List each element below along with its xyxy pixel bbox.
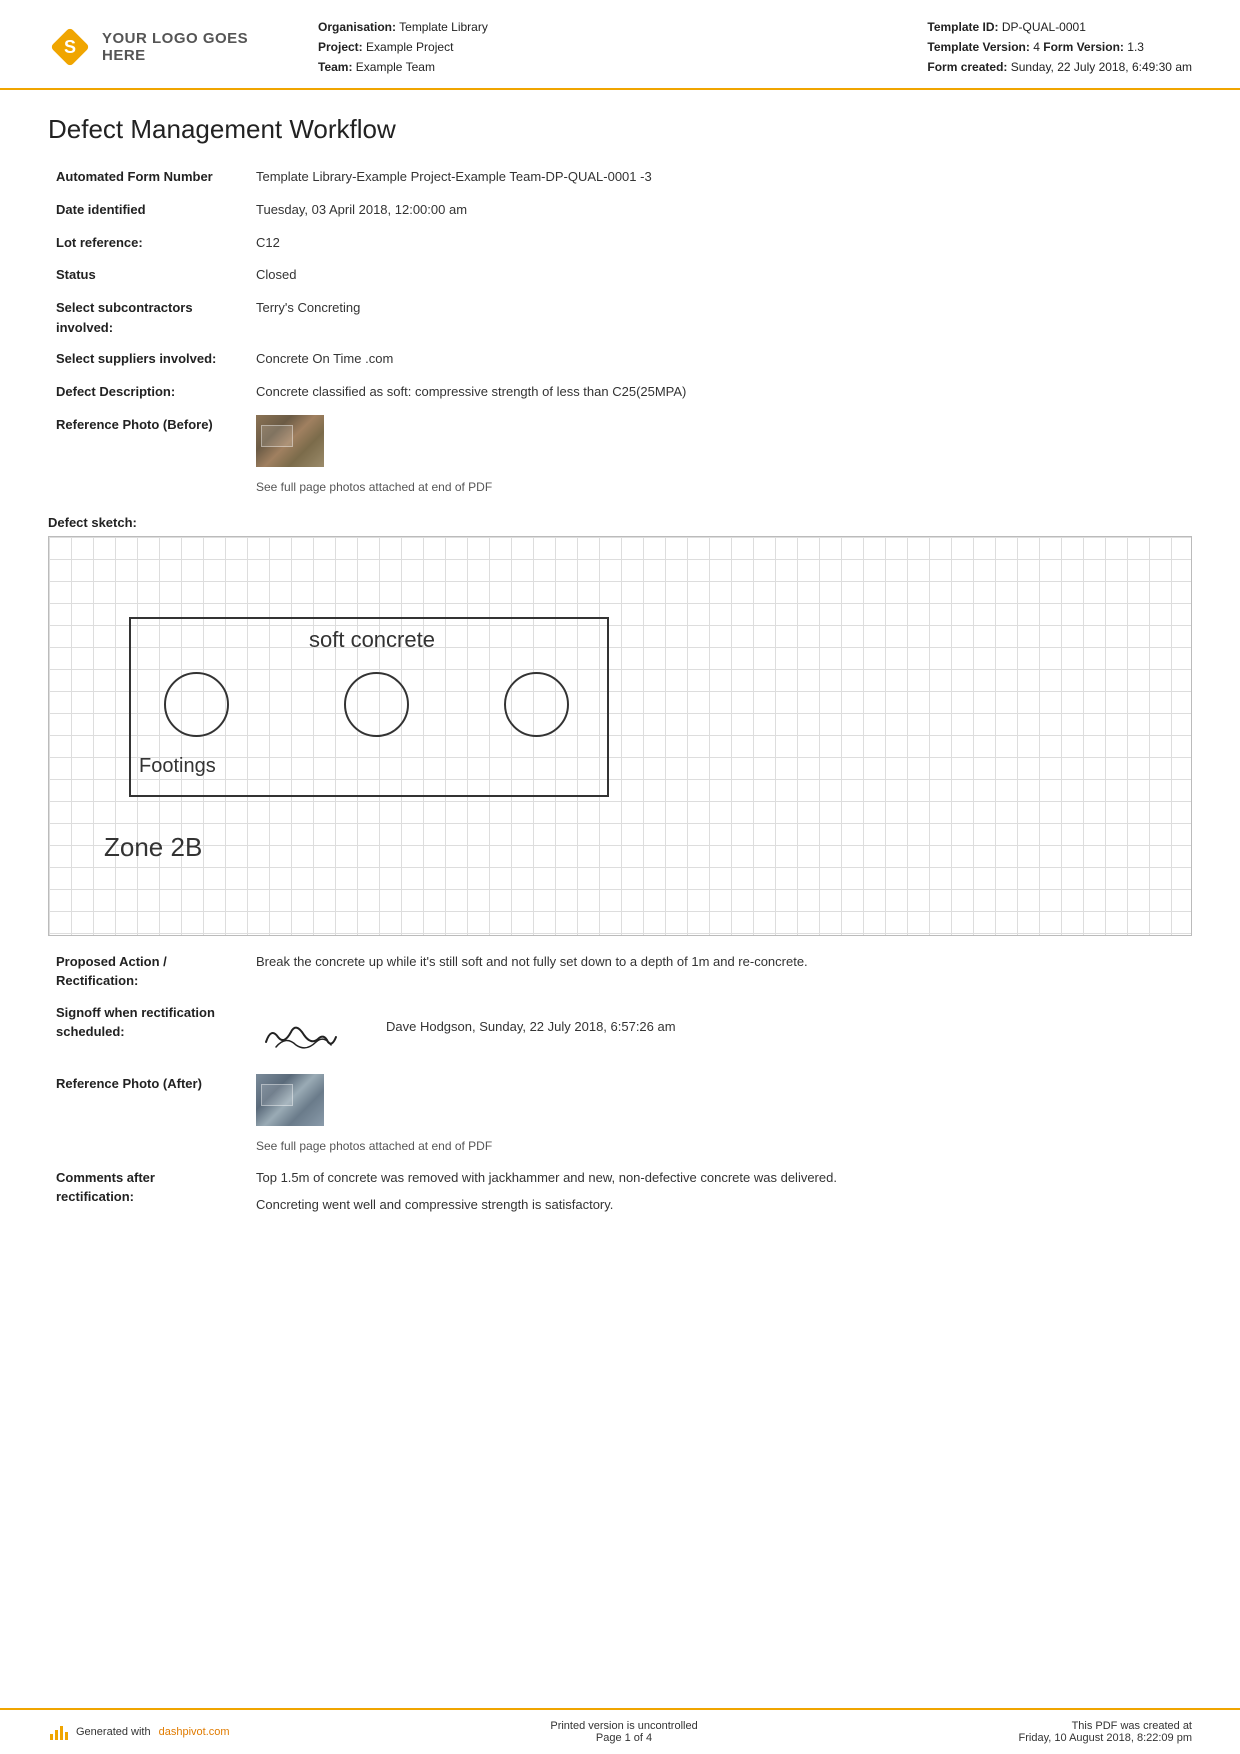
doc-title: Defect Management Workflow [48, 114, 1192, 145]
org-line: Organisation: Template Library [318, 18, 488, 36]
sketch-label: Defect sketch: [48, 515, 1192, 530]
header: S YOUR LOGO GOES HERE Organisation: Temp… [0, 0, 1240, 90]
form-created-line: Form created: Sunday, 22 July 2018, 6:49… [927, 58, 1192, 76]
form-row-ref-photo-after: Reference Photo (After) See full page ph… [48, 1068, 1192, 1162]
form-row-signoff: Signoff when rectification scheduled: Da… [48, 997, 1192, 1068]
photo-thumbnail-before [256, 415, 324, 467]
sketch-inner: soft concrete Footings Zone 2B [49, 537, 1191, 935]
page: S YOUR LOGO GOES HERE Organisation: Temp… [0, 0, 1240, 1754]
value-lot: C12 [248, 227, 1192, 260]
label-ref-photo-before: Reference Photo (Before) [48, 409, 248, 503]
form-row-ref-photo-before: Reference Photo (Before) See full page p… [48, 409, 1192, 503]
form-row-status: Status Closed [48, 259, 1192, 292]
value-proposed: Break the concrete up while it's still s… [248, 946, 1192, 997]
logo-area: S YOUR LOGO GOES HERE [48, 25, 288, 69]
form-table: Automated Form Number Template Library-E… [48, 161, 1192, 503]
label-lot: Lot reference: [48, 227, 248, 260]
logo-icon: S [48, 25, 92, 69]
label-defect: Defect Description: [48, 376, 248, 409]
comments-line-1: Top 1.5m of concrete was removed with ja… [256, 1168, 1184, 1189]
footer-right: This PDF was created at Friday, 10 Augus… [1019, 1720, 1192, 1744]
value-comments: Top 1.5m of concrete was removed with ja… [248, 1162, 1192, 1222]
form-row-defect: Defect Description: Concrete classified … [48, 376, 1192, 409]
team-line: Team: Example Team [318, 58, 488, 76]
form-row-date: Date identified Tuesday, 03 April 2018, … [48, 194, 1192, 227]
footer-uncontrolled: Printed version is uncontrolled [550, 1720, 697, 1732]
signature-area: Dave Hodgson, Sunday, 22 July 2018, 6:57… [256, 1007, 1184, 1062]
value-status: Closed [248, 259, 1192, 292]
footer-center: Printed version is uncontrolled Page 1 o… [550, 1720, 697, 1744]
label-automated: Automated Form Number [48, 161, 248, 194]
footer-pdf-created-label: This PDF was created at [1019, 1720, 1192, 1732]
value-ref-photo-after: See full page photos attached at end of … [248, 1068, 1192, 1162]
sketch-circle-2 [344, 672, 409, 737]
sketch-text-zone: Zone 2B [104, 832, 202, 863]
label-ref-photo-after: Reference Photo (After) [48, 1068, 248, 1162]
form-row-automated: Automated Form Number Template Library-E… [48, 161, 1192, 194]
form-row-subcontractor: Select subcontractors involved: Terry's … [48, 292, 1192, 343]
photo-note-after: See full page photos attached at end of … [256, 1137, 1184, 1156]
value-suppliers: Concrete On Time .com [248, 343, 1192, 376]
value-date: Tuesday, 03 April 2018, 12:00:00 am [248, 194, 1192, 227]
label-status: Status [48, 259, 248, 292]
dashpivot-logo-icon [48, 1722, 68, 1742]
header-meta-left: Organisation: Template Library Project: … [318, 18, 488, 76]
label-proposed: Proposed Action / Rectification: [48, 946, 248, 997]
project-line: Project: Example Project [318, 38, 488, 56]
dashpivot-link[interactable]: dashpivot.com [159, 1726, 230, 1738]
footer-page: Page 1 of 4 [550, 1732, 697, 1744]
photo-image-after [256, 1074, 324, 1126]
header-meta-right: Template ID: DP-QUAL-0001 Template Versi… [927, 18, 1192, 76]
template-version-line: Template Version: 4 Form Version: 1.3 [927, 38, 1192, 56]
sketch-circle-3 [504, 672, 569, 737]
form-table-2: Proposed Action / Rectification: Break t… [48, 946, 1192, 1222]
comments-line-2: Concreting went well and compressive str… [256, 1195, 1184, 1216]
label-subcontractor: Select subcontractors involved: [48, 292, 248, 343]
signature-svg [256, 1007, 356, 1062]
value-automated: Template Library-Example Project-Example… [248, 161, 1192, 194]
photo-thumbnail-after [256, 1074, 324, 1126]
signoff-text: Dave Hodgson, Sunday, 22 July 2018, 6:57… [386, 1007, 676, 1038]
value-ref-photo-before: See full page photos attached at end of … [248, 409, 1192, 503]
label-suppliers: Select suppliers involved: [48, 343, 248, 376]
form-row-comments: Comments after rectification: Top 1.5m o… [48, 1162, 1192, 1222]
value-subcontractor: Terry's Concreting [248, 292, 1192, 343]
sketch-text-footings: Footings [139, 755, 216, 778]
value-defect: Concrete classified as soft: compressive… [248, 376, 1192, 409]
value-signoff: Dave Hodgson, Sunday, 22 July 2018, 6:57… [248, 997, 1192, 1068]
form-row-suppliers: Select suppliers involved: Concrete On T… [48, 343, 1192, 376]
template-id-line: Template ID: DP-QUAL-0001 [927, 18, 1192, 36]
label-comments: Comments after rectification: [48, 1162, 248, 1222]
photo-note-before: See full page photos attached at end of … [256, 478, 1184, 497]
form-row-proposed: Proposed Action / Rectification: Break t… [48, 946, 1192, 997]
sketch-text-soft: soft concrete [309, 627, 435, 653]
form-row-lot: Lot reference: C12 [48, 227, 1192, 260]
footer-generated-text: Generated with [76, 1726, 151, 1738]
label-date: Date identified [48, 194, 248, 227]
footer: Generated with dashpivot.com Printed ver… [0, 1708, 1240, 1754]
footer-left: Generated with dashpivot.com [48, 1722, 230, 1742]
header-meta: Organisation: Template Library Project: … [288, 18, 1192, 76]
signature-image [256, 1007, 356, 1062]
label-signoff: Signoff when rectification scheduled: [48, 997, 248, 1068]
logo-text: YOUR LOGO GOES HERE [102, 30, 288, 64]
footer-pdf-created-date: Friday, 10 August 2018, 8:22:09 pm [1019, 1732, 1192, 1744]
photo-image-before [256, 415, 324, 467]
svg-text:S: S [64, 37, 76, 57]
sketch-container: soft concrete Footings Zone 2B [48, 536, 1192, 936]
content: Defect Management Workflow Automated For… [0, 90, 1240, 1678]
sketch-circle-1 [164, 672, 229, 737]
